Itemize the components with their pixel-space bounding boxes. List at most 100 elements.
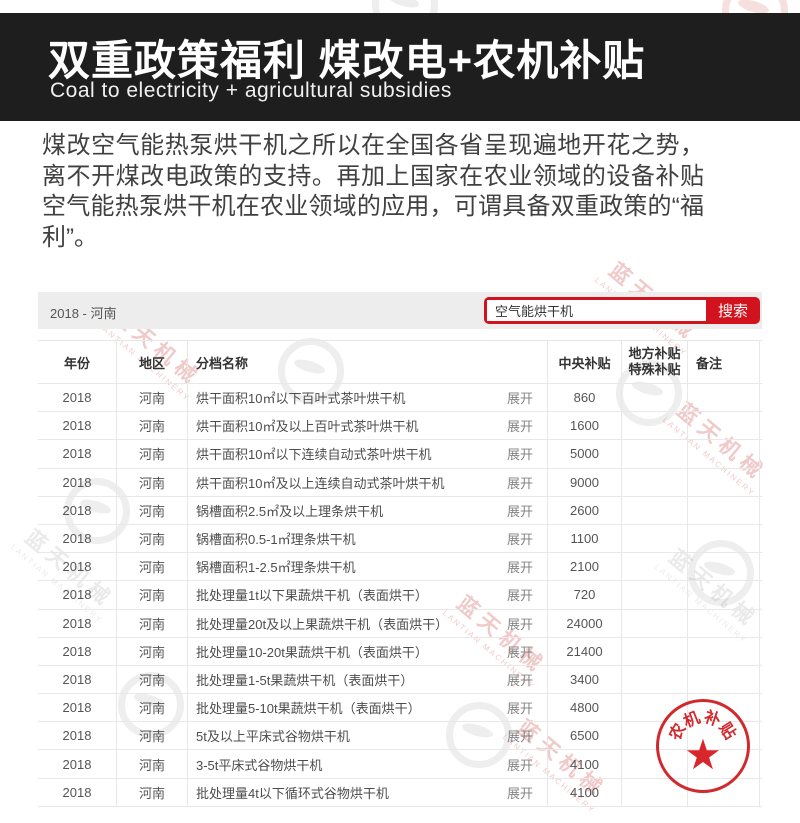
cell-region: 河南 xyxy=(117,694,188,721)
expand-link[interactable]: 展开 xyxy=(507,698,547,717)
cell-category: 批处理量20t及以上果蔬烘干机（表面烘干） 展开 xyxy=(188,610,548,637)
table-row: 2018 河南 烘干面积10㎡以下连续自动式茶叶烘干机 展开 5000 xyxy=(38,440,762,468)
expand-link[interactable]: 展开 xyxy=(507,444,547,463)
cell-local-subsidy xyxy=(622,610,688,637)
cell-year: 2018 xyxy=(38,750,117,777)
cell-category: 批处理量10-20t果蔬烘干机（表面烘干） 展开 xyxy=(188,638,548,665)
cell-year: 2018 xyxy=(38,581,117,608)
cell-region: 河南 xyxy=(117,779,188,806)
cell-category: 批处理量1-5t果蔬烘干机（表面烘干） 展开 xyxy=(188,666,548,693)
expand-link[interactable]: 展开 xyxy=(507,501,547,520)
header-local-line2: 特殊补贴 xyxy=(628,362,680,378)
cell-category: 批处理量4t以下循环式谷物烘干机 展开 xyxy=(188,779,548,806)
search-button[interactable]: 搜索 xyxy=(706,297,760,324)
cell-category: 烘干面积10㎡以下连续自动式茶叶烘干机 展开 xyxy=(188,440,548,467)
search-input[interactable] xyxy=(487,300,706,321)
cell-region: 河南 xyxy=(117,553,188,580)
cell-category: 批处理量5-10t果蔬烘干机（表面烘干） 展开 xyxy=(188,694,548,721)
cell-region: 河南 xyxy=(117,666,188,693)
cell-year: 2018 xyxy=(38,553,117,580)
expand-link[interactable]: 展开 xyxy=(507,783,547,802)
header-remark: 备注 xyxy=(688,341,760,383)
category-label: 批处理量4t以下循环式谷物烘干机 xyxy=(196,783,507,802)
cell-central-subsidy: 21400 xyxy=(548,638,622,665)
cell-category: 批处理量1t以下果蔬烘干机（表面烘干） 展开 xyxy=(188,581,548,608)
page-subtitle: Coal to electricity + agricultural subsi… xyxy=(50,79,452,103)
table-row: 2018 河南 5t及以上平床式谷物烘干机 展开 6500 xyxy=(38,722,762,750)
table-row: 2018 河南 锅槽面积2.5㎡及以上理条烘干机 展开 2600 xyxy=(38,497,762,525)
cell-category: 5t及以上平床式谷物烘干机 展开 xyxy=(188,722,548,749)
cell-local-subsidy xyxy=(622,440,688,467)
cell-year: 2018 xyxy=(38,412,117,439)
table-row: 2018 河南 批处理量5-10t果蔬烘干机（表面烘干） 展开 4800 xyxy=(38,694,762,722)
category-label: 3-5t平床式谷物烘干机 xyxy=(196,755,507,774)
cell-local-subsidy xyxy=(622,581,688,608)
cell-year: 2018 xyxy=(38,384,117,411)
agri-subsidy-stamp: 农 机 补 贴 ★ xyxy=(655,698,751,794)
cell-central-subsidy: 4800 xyxy=(548,694,622,721)
cell-remark xyxy=(688,581,760,608)
cell-region: 河南 xyxy=(117,412,188,439)
cell-local-subsidy xyxy=(622,553,688,580)
cell-remark xyxy=(688,412,760,439)
expand-link[interactable]: 展开 xyxy=(507,585,547,604)
expand-link[interactable]: 展开 xyxy=(507,670,547,689)
expand-link[interactable]: 展开 xyxy=(507,755,547,774)
cell-year: 2018 xyxy=(38,440,117,467)
table-header-row: 年份 地区 分档名称 中央补贴 地方补贴 特殊补贴 备注 xyxy=(38,341,762,384)
cell-year: 2018 xyxy=(38,610,117,637)
cell-year: 2018 xyxy=(38,666,117,693)
cell-central-subsidy: 3400 xyxy=(548,666,622,693)
category-label: 批处理量1t以下果蔬烘干机（表面烘干） xyxy=(196,585,507,604)
cell-category: 烘干面积10㎡以下百叶式茶叶烘干机 展开 xyxy=(188,384,548,411)
expand-link[interactable]: 展开 xyxy=(507,388,547,407)
cell-year: 2018 xyxy=(38,525,117,552)
category-label: 5t及以上平床式谷物烘干机 xyxy=(196,726,507,745)
table-row: 2018 河南 锅槽面积1-2.5㎡理条烘干机 展开 2100 xyxy=(38,553,762,581)
cell-category: 烘干面积10㎡及以上连续自动式茶叶烘干机 展开 xyxy=(188,469,548,496)
header-category: 分档名称 xyxy=(188,341,548,383)
expand-link[interactable]: 展开 xyxy=(507,642,547,661)
cell-central-subsidy: 4100 xyxy=(548,779,622,806)
cell-local-subsidy xyxy=(622,497,688,524)
cell-local-subsidy xyxy=(622,384,688,411)
header-local-line1: 地方补贴 xyxy=(628,346,680,362)
table-row: 2018 河南 批处理量4t以下循环式谷物烘干机 展开 4100 xyxy=(38,779,762,807)
cell-local-subsidy xyxy=(622,666,688,693)
cell-remark xyxy=(688,525,760,552)
table-row: 2018 河南 烘干面积10㎡及以上连续自动式茶叶烘干机 展开 9000 xyxy=(38,469,762,497)
cell-region: 河南 xyxy=(117,384,188,411)
cell-central-subsidy: 1100 xyxy=(548,525,622,552)
header-region: 地区 xyxy=(117,341,188,383)
cell-remark xyxy=(688,610,760,637)
cell-central-subsidy: 9000 xyxy=(548,469,622,496)
cell-region: 河南 xyxy=(117,525,188,552)
cell-year: 2018 xyxy=(38,779,117,806)
expand-link[interactable]: 展开 xyxy=(507,529,547,548)
cell-remark xyxy=(688,469,760,496)
expand-link[interactable]: 展开 xyxy=(507,557,547,576)
category-label: 烘干面积10㎡及以上连续自动式茶叶烘干机 xyxy=(196,473,507,492)
header-year: 年份 xyxy=(38,341,117,383)
expand-link[interactable]: 展开 xyxy=(507,473,547,492)
expand-link[interactable]: 展开 xyxy=(507,416,547,435)
expand-link[interactable]: 展开 xyxy=(507,726,547,745)
cell-region: 河南 xyxy=(117,581,188,608)
cell-central-subsidy: 860 xyxy=(548,384,622,411)
table-row: 2018 河南 批处理量1t以下果蔬烘干机（表面烘干） 展开 720 xyxy=(38,581,762,609)
cell-local-subsidy xyxy=(622,525,688,552)
expand-link[interactable]: 展开 xyxy=(507,614,547,633)
cell-year: 2018 xyxy=(38,694,117,721)
cell-region: 河南 xyxy=(117,610,188,637)
category-label: 锅槽面积2.5㎡及以上理条烘干机 xyxy=(196,501,507,520)
table-row: 2018 河南 批处理量20t及以上果蔬烘干机（表面烘干） 展开 24000 xyxy=(38,610,762,638)
cell-year: 2018 xyxy=(38,497,117,524)
subsidy-table: 年份 地区 分档名称 中央补贴 地方补贴 特殊补贴 备注 2018 河南 烘干面… xyxy=(38,340,762,807)
cell-region: 河南 xyxy=(117,750,188,777)
intro-paragraph: 煤改空气能热泵烘干机之所以在全国各省呈现遍地开花之势，离不开煤改电政策的支持。再… xyxy=(42,131,704,253)
cell-year: 2018 xyxy=(38,722,117,749)
cell-category: 锅槽面积1-2.5㎡理条烘干机 展开 xyxy=(188,553,548,580)
category-label: 锅槽面积0.5-1㎡理条烘干机 xyxy=(196,529,507,548)
cell-local-subsidy xyxy=(622,412,688,439)
cell-year: 2018 xyxy=(38,638,117,665)
